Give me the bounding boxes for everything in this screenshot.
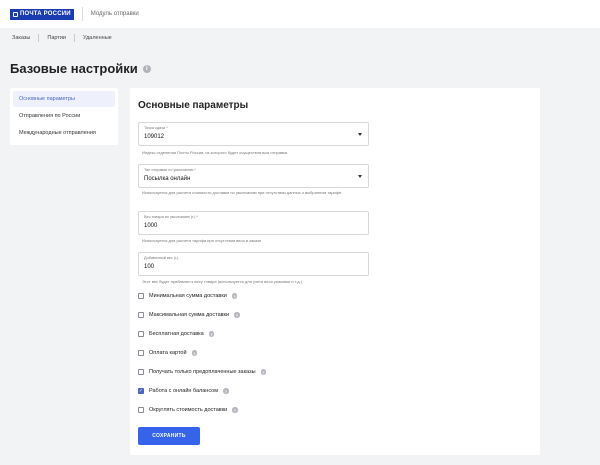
dropoff-point-select[interactable]: Точка сдачи * 109012 — [138, 122, 369, 146]
sidebar-item-international-shipments[interactable]: Международные отправления — [13, 125, 115, 141]
page-title: Базовые настройки i — [10, 61, 151, 76]
page-title-text: Базовые настройки — [10, 61, 138, 76]
sidebar: Основные параметры Отправления по России… — [10, 88, 118, 145]
field-hint: Индекс отделения Почты России, из которо… — [142, 150, 288, 155]
checkbox-free-delivery[interactable]: Бесплатная доставка ? — [138, 331, 215, 337]
field-value: Посылка онлайн — [144, 176, 191, 182]
checkbox-label: Оплата картой — [149, 350, 187, 356]
checkbox[interactable] — [138, 369, 144, 375]
sidebar-item-basic-params[interactable]: Основные параметры — [13, 91, 115, 107]
field-label: Добавочный вес (г.) — [144, 256, 179, 260]
field-label: Вес товара по умолчанию (г.) * — [144, 215, 198, 219]
checkbox-label: Округлять стоимость доставки — [149, 407, 228, 413]
tab-deleted[interactable]: Удаленные — [83, 35, 112, 41]
help-icon[interactable]: ? — [234, 312, 240, 318]
field-value: 100 — [144, 264, 155, 270]
checkbox[interactable] — [138, 331, 144, 337]
section-title: Основные параметры — [138, 100, 249, 111]
divider — [81, 7, 83, 21]
field-value: 109012 — [144, 134, 165, 140]
extra-weight-input[interactable]: Добавочный вес (г.) 100 — [138, 252, 369, 276]
logo-text: ПОЧТА РОССИИ — [20, 10, 71, 17]
info-icon[interactable]: i — [142, 64, 151, 73]
checkbox[interactable] — [138, 350, 144, 356]
divider — [38, 34, 40, 42]
default-weight-input[interactable]: Вес товара по умолчанию (г.) * 1000 — [138, 211, 369, 235]
field-value: 1000 — [144, 223, 158, 229]
help-icon[interactable]: ? — [260, 369, 267, 375]
chevron-down-icon — [358, 175, 362, 178]
top-bar: ПОЧТА РОССИИ Модуль отправки — [0, 0, 600, 28]
checkbox-checked[interactable]: ✓ — [138, 388, 144, 394]
checkbox-label: Бесплатная доставка — [149, 331, 204, 337]
nav-tabs: Заказы Партии Удаленные — [0, 28, 600, 48]
checkbox-prepaid-only[interactable]: Получать только предоплаченные заказы ? — [138, 369, 267, 375]
field-hint: Используется для расчета стоимости доста… — [142, 190, 342, 195]
checkbox[interactable] — [138, 407, 144, 413]
help-icon[interactable]: ? — [231, 293, 238, 299]
help-icon[interactable]: ? — [223, 388, 229, 394]
help-icon[interactable]: ? — [191, 350, 198, 356]
checkbox-label: Максимальная сумма доставки — [149, 312, 230, 318]
checkbox[interactable] — [138, 293, 144, 299]
save-button[interactable]: СОХРАНИТЬ — [138, 427, 200, 445]
checkbox-online-balance[interactable]: ✓ Работа с онлайн балансом ? — [138, 388, 229, 394]
field-hint: Используется для расчета тарифа при отсу… — [142, 238, 262, 243]
settings-panel: Основные параметры Точка сдачи * 109012 … — [130, 88, 540, 455]
checkbox[interactable] — [138, 312, 144, 318]
tab-batches[interactable]: Партии — [47, 35, 66, 41]
checkbox-label: Минимальная сумма доставки — [149, 293, 227, 299]
tab-orders[interactable]: Заказы — [12, 35, 30, 41]
checkbox-label: Работа с онлайн балансом — [149, 388, 218, 394]
help-icon[interactable]: ? — [232, 407, 238, 413]
module-title: Модуль отправки — [90, 11, 139, 17]
divider — [74, 34, 76, 42]
sidebar-item-russia-shipments[interactable]: Отправления по России — [13, 108, 115, 124]
checkbox-min-delivery-sum[interactable]: Минимальная сумма доставки ? — [138, 293, 238, 299]
pochta-logo[interactable]: ПОЧТА РОССИИ — [10, 8, 74, 20]
checkbox-card-payment[interactable]: Оплата картой ? — [138, 350, 198, 356]
help-icon[interactable]: ? — [208, 331, 215, 337]
field-label: Точка сдачи * — [144, 126, 168, 130]
checkbox-max-delivery-sum[interactable]: Максимальная сумма доставки ? — [138, 312, 240, 318]
shipment-type-select[interactable]: Тип отправки по умолчанию * Посылка онла… — [138, 164, 369, 188]
chevron-down-icon — [358, 133, 362, 136]
field-hint: Этот вес будет прибавлен к весу товара (… — [142, 279, 303, 284]
eagle-icon — [13, 11, 18, 17]
field-label: Тип отправки по умолчанию * — [144, 168, 196, 172]
checkbox-round-delivery-cost[interactable]: Округлять стоимость доставки ? — [138, 407, 238, 413]
checkbox-label: Получать только предоплаченные заказы — [149, 369, 256, 375]
